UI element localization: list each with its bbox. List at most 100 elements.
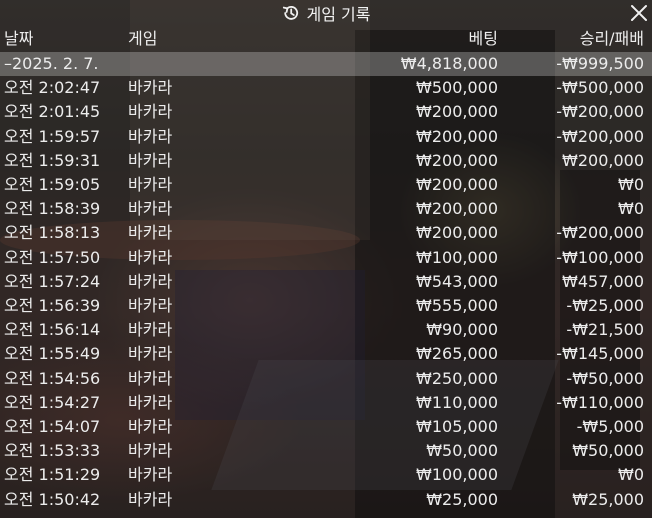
row-time: 오전 1:56:14 bbox=[4, 320, 101, 340]
row-bet: ₩110,000 bbox=[416, 392, 498, 412]
row-result: ₩0 bbox=[618, 175, 644, 194]
table-row[interactable]: 오전 1:54:56 바카라 ₩250,000 -₩50,000 bbox=[0, 367, 652, 391]
table-row[interactable]: 오전 1:57:24 바카라 ₩543,000 ₩457,000 bbox=[0, 270, 652, 294]
row-time: 오전 1:58:13 bbox=[4, 223, 101, 243]
table-row[interactable]: 오전 1:56:39 바카라 ₩555,000 -₩25,000 bbox=[0, 294, 652, 318]
table-row[interactable]: 오전 1:54:27 바카라 ₩110,000 -₩110,000 bbox=[0, 391, 652, 415]
row-game: 바카라 bbox=[128, 344, 173, 364]
row-time: 오전 1:57:24 bbox=[4, 271, 101, 291]
table-row[interactable]: 오전 1:51:29 바카라 ₩100,000 ₩0 bbox=[0, 463, 652, 487]
row-result: ₩25,000 bbox=[572, 489, 644, 509]
row-result: -₩5,000 bbox=[576, 417, 644, 436]
row-bet: ₩200,000 bbox=[416, 126, 498, 146]
close-icon bbox=[631, 5, 647, 21]
row-time: 오전 1:54:56 bbox=[4, 368, 101, 388]
row-bet: ₩543,000 bbox=[416, 271, 498, 291]
summary-date: –2025. 2. 7. bbox=[4, 54, 99, 73]
row-time: 오전 1:59:57 bbox=[4, 126, 101, 146]
row-game: 바카라 bbox=[128, 150, 173, 170]
summary-result-total: -₩999,500 bbox=[556, 54, 644, 73]
row-time: 오전 1:51:29 bbox=[4, 465, 101, 485]
row-result: -₩21,500 bbox=[566, 320, 644, 340]
row-time: 오전 1:59:05 bbox=[4, 175, 101, 194]
table-header: 날짜 게임 베팅 승리/패배 bbox=[0, 26, 652, 52]
row-result: -₩200,000 bbox=[556, 126, 644, 146]
row-bet: ₩265,000 bbox=[416, 344, 498, 364]
table-row[interactable]: 오전 1:50:42 바카라 ₩25,000 ₩25,000 bbox=[0, 488, 652, 512]
column-header-date[interactable]: 날짜 bbox=[4, 26, 33, 52]
row-result: -₩50,000 bbox=[566, 368, 644, 388]
title-bar: 게임 기록 bbox=[0, 0, 652, 26]
row-game: 바카라 bbox=[128, 199, 173, 219]
history-icon bbox=[282, 4, 300, 22]
row-game: 바카라 bbox=[128, 271, 173, 291]
row-game: 바카라 bbox=[128, 102, 173, 122]
close-button[interactable] bbox=[628, 2, 650, 24]
row-result: -₩200,000 bbox=[556, 223, 644, 243]
row-bet: ₩500,000 bbox=[416, 78, 498, 98]
row-time: 오전 1:54:07 bbox=[4, 417, 101, 436]
table-row[interactable]: 오전 1:59:57 바카라 ₩200,000 -₩200,000 bbox=[0, 125, 652, 149]
row-result: -₩145,000 bbox=[556, 344, 644, 364]
row-time: 오전 2:02:47 bbox=[4, 78, 101, 98]
row-bet: ₩25,000 bbox=[426, 489, 498, 509]
table-row[interactable]: 오전 1:57:50 바카라 ₩100,000 -₩100,000 bbox=[0, 246, 652, 270]
row-game: 바카라 bbox=[128, 175, 173, 194]
row-time: 오전 1:55:49 bbox=[4, 344, 101, 364]
row-result: -₩110,000 bbox=[556, 392, 644, 412]
row-game: 바카라 bbox=[128, 417, 173, 436]
row-time: 오전 1:57:50 bbox=[4, 247, 101, 267]
row-game: 바카라 bbox=[128, 247, 173, 267]
row-bet: ₩100,000 bbox=[416, 465, 498, 485]
row-bet: ₩200,000 bbox=[416, 102, 498, 122]
column-header-bet[interactable]: 베팅 bbox=[469, 26, 498, 52]
row-game: 바카라 bbox=[128, 368, 173, 388]
row-time: 오전 1:58:39 bbox=[4, 199, 101, 219]
row-bet: ₩200,000 bbox=[416, 150, 498, 170]
table-row[interactable]: 오전 1:58:39 바카라 ₩200,000 ₩0 bbox=[0, 197, 652, 221]
row-time: 오전 1:59:31 bbox=[4, 150, 101, 170]
row-time: 오전 2:01:45 bbox=[4, 102, 101, 122]
row-bet: ₩200,000 bbox=[416, 199, 498, 219]
table-row[interactable]: 오전 2:02:47 바카라 ₩500,000 -₩500,000 bbox=[0, 76, 652, 100]
row-result: -₩500,000 bbox=[556, 78, 644, 98]
row-time: 오전 1:54:27 bbox=[4, 392, 101, 412]
table-row[interactable]: 오전 1:55:49 바카라 ₩265,000 -₩145,000 bbox=[0, 342, 652, 366]
row-time: 오전 1:50:42 bbox=[4, 489, 101, 509]
row-result: -₩100,000 bbox=[556, 247, 644, 267]
row-game: 바카라 bbox=[128, 223, 173, 243]
row-result: -₩25,000 bbox=[566, 296, 644, 315]
table-row[interactable]: 오전 1:56:14 바카라 ₩90,000 -₩21,500 bbox=[0, 318, 652, 342]
panel-title: 게임 기록 bbox=[306, 5, 371, 24]
row-time: 오전 1:53:33 bbox=[4, 441, 101, 461]
row-bet: ₩200,000 bbox=[416, 175, 498, 194]
row-bet: ₩90,000 bbox=[426, 320, 498, 340]
row-time: 오전 1:56:39 bbox=[4, 296, 101, 315]
table-row[interactable]: 오전 1:59:05 바카라 ₩200,000 ₩0 bbox=[0, 173, 652, 197]
table-row[interactable]: 오전 1:59:31 바카라 ₩200,000 ₩200,000 bbox=[0, 149, 652, 173]
row-bet: ₩250,000 bbox=[416, 368, 498, 388]
table-row[interactable]: 오전 1:58:13 바카라 ₩200,000 -₩200,000 bbox=[0, 221, 652, 245]
row-result: ₩0 bbox=[618, 199, 644, 219]
table-row[interactable]: 오전 2:01:45 바카라 ₩200,000 -₩200,000 bbox=[0, 100, 652, 124]
row-game: 바카라 bbox=[128, 320, 173, 340]
table-row[interactable]: 오전 1:54:07 바카라 ₩105,000 -₩5,000 bbox=[0, 415, 652, 439]
row-result: ₩50,000 bbox=[572, 441, 644, 461]
row-bet: ₩105,000 bbox=[416, 417, 498, 436]
row-result: ₩0 bbox=[618, 465, 644, 485]
row-bet: ₩555,000 bbox=[416, 296, 498, 315]
row-bet: ₩100,000 bbox=[416, 247, 498, 267]
row-result: ₩457,000 bbox=[562, 271, 644, 291]
summary-bet-total: ₩4,818,000 bbox=[400, 54, 498, 73]
row-game: 바카라 bbox=[128, 78, 173, 98]
row-game: 바카라 bbox=[128, 392, 173, 412]
row-game: 바카라 bbox=[128, 465, 173, 485]
table-row[interactable]: 오전 1:53:33 바카라 ₩50,000 ₩50,000 bbox=[0, 439, 652, 463]
column-header-game[interactable]: 게임 bbox=[128, 26, 157, 52]
row-game: 바카라 bbox=[128, 441, 173, 461]
row-result: ₩200,000 bbox=[562, 150, 644, 170]
row-bet: ₩50,000 bbox=[426, 441, 498, 461]
date-summary-row[interactable]: –2025. 2. 7. ₩4,818,000 -₩999,500 bbox=[0, 52, 652, 77]
column-header-result[interactable]: 승리/패배 bbox=[580, 26, 644, 52]
game-history-panel: 게임 기록 날짜 게임 베팅 승리/패배 –2025. 2. 7. ₩4,818… bbox=[0, 0, 652, 518]
